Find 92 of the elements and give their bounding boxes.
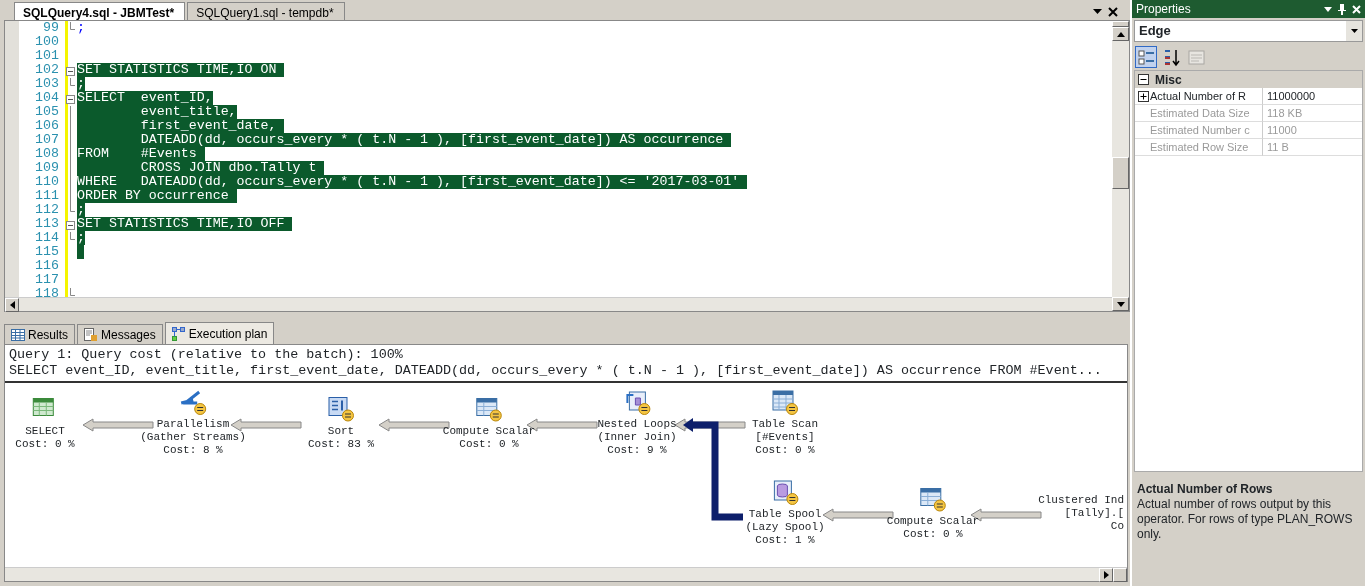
plan-operator[interactable]: Compute Scalar Cost: 0 % (442, 395, 536, 451)
line-number: 116 (34, 259, 60, 273)
grid-icon (11, 327, 25, 342)
line-number: 103 (34, 77, 60, 91)
operator-cost: Cost: 0 % (902, 527, 964, 541)
category-label: Misc (1155, 71, 1182, 89)
line-number: 102 (34, 63, 60, 77)
operator-label: (Gather Streams) (140, 431, 246, 444)
line-number: 104 (34, 91, 60, 105)
operator-label: SELECT (24, 424, 66, 438)
editor-tab[interactable]: SQLQuery4.sql - JBMTest* (14, 2, 186, 20)
line-number: 111 (34, 189, 60, 203)
scroll-left-icon[interactable] (9, 301, 15, 309)
scroll-down-icon[interactable] (1116, 301, 1125, 307)
operator-label: (Lazy Spool) (745, 521, 825, 534)
scroll-right-icon[interactable] (1103, 571, 1109, 579)
pin-icon[interactable] (1338, 3, 1346, 15)
operator-cost: Cost: 9 % (606, 444, 668, 457)
property-value: 11000 (1263, 121, 1362, 140)
operator-label: [Tally].[ (1063, 506, 1124, 520)
plan-operator[interactable]: Parallelism (Gather Streams) Cost: 8 % (140, 389, 246, 457)
plan-operator[interactable]: Clustered Ind [Tally].[ Co (1038, 493, 1124, 533)
operator-cost: Cost: 0 % (15, 437, 75, 451)
line-number: 108 (34, 147, 60, 161)
operator-cost: Cost: 1 % (754, 534, 816, 547)
dropdown-icon[interactable] (1093, 8, 1102, 14)
plan-operator[interactable]: Table Spool (Lazy Spool) Cost: 1 % (745, 479, 825, 547)
query-text: Query 1: Query cost (relative to the batch): 100% (9, 347, 404, 363)
operator-label: Clustered Ind (1038, 493, 1124, 507)
scroll-up-icon[interactable] (1116, 31, 1125, 37)
categorized-icon[interactable] (1135, 46, 1157, 68)
operator-label: Parallelism (155, 418, 231, 431)
operator-label: (Inner Join) (597, 431, 677, 444)
expand-icon[interactable] (1138, 90, 1149, 102)
operator-label: Table Scan (752, 418, 818, 431)
operator-label: Nested Loops (597, 418, 677, 431)
document-icon (84, 327, 98, 342)
line-number: 118 (34, 287, 60, 297)
line-number: 99 (42, 21, 60, 35)
operator-label: Table Spool (747, 508, 823, 521)
line-number: 106 (34, 119, 60, 133)
object-dropdown[interactable]: Edge (1134, 20, 1363, 42)
close-icon[interactable] (1108, 7, 1118, 17)
plan-operator[interactable]: Sort Cost: 83 % (308, 395, 374, 451)
operator-cost: Cost: 0 % (754, 444, 816, 457)
plan-operator[interactable]: SELECT Cost: 0 % (15, 395, 75, 451)
property-name[interactable]: Actual Number of R (1135, 87, 1263, 106)
operator-label: Sort (326, 424, 356, 438)
line-number: 101 (34, 49, 60, 63)
object-name: Edge (1138, 22, 1172, 41)
zoom-button[interactable] (1113, 568, 1127, 582)
operator-label: Compute Scalar (442, 424, 536, 438)
line-number: 105 (34, 105, 60, 119)
panel-title: Properties (1136, 1, 1192, 18)
plan-icon (171, 326, 186, 341)
line-number: 117 (34, 273, 60, 287)
horizontal-scrollbar[interactable] (5, 567, 1127, 581)
line-number: 100 (34, 35, 60, 49)
operator-label: [#Events] (754, 431, 816, 444)
description-text: Actual number of rows output by this operator. For rows of type PLAN_ROWS only. (1137, 497, 1354, 542)
line-number: 107 (34, 133, 60, 147)
plan-operator[interactable]: Table Scan [#Events] Cost: 0 % (752, 389, 818, 457)
dropdown-icon[interactable] (1324, 6, 1332, 12)
code-line: ; (77, 21, 85, 35)
collapse-icon[interactable] (1138, 74, 1149, 85)
result-tab[interactable]: Results (4, 324, 75, 344)
editor-tab[interactable]: SQLQuery1.sql - tempdb* (187, 2, 345, 20)
query-text: SELECT event_ID, event_title, first_event_date, DATEADD(dd, occurs_every * ( t.N - 1 ), [first_event_date]) AS occurrence FROM #Event... (9, 363, 1103, 379)
line-number: 113 (34, 217, 60, 231)
description-title: Actual Number of Rows (1137, 482, 1274, 497)
vertical-scrollbar[interactable] (1112, 21, 1129, 311)
result-tab[interactable]: Messages (77, 324, 163, 344)
line-number: 112 (34, 203, 60, 217)
property-value: 11000000 (1263, 87, 1362, 106)
operator-cost: Cost: 8 % (162, 444, 224, 457)
caret-icon[interactable] (1350, 29, 1358, 33)
plan-operator[interactable]: Nested Loops (Inner Join) Cost: 9 % (597, 389, 677, 457)
property-value: 11 B (1263, 138, 1362, 157)
operator-cost: Cost: 83 % (308, 437, 374, 451)
result-tab[interactable]: Execution plan (164, 322, 275, 344)
scroll-thumb[interactable] (1112, 157, 1129, 189)
line-number: 110 (34, 175, 60, 189)
plan-operator[interactable]: Compute Scalar Cost: 0 % (886, 485, 980, 541)
line-number: 109 (34, 161, 60, 175)
operator-label: Compute Scalar (886, 514, 980, 528)
horizontal-scrollbar[interactable] (5, 297, 1112, 311)
splitter-handle[interactable] (1112, 21, 1129, 27)
line-number: 115 (34, 245, 60, 259)
line-number: 114 (34, 231, 60, 245)
operator-cost: Cost: 0 % (458, 437, 520, 451)
operator-cost: Co (1109, 519, 1124, 533)
property-value: 118 KB (1263, 104, 1362, 123)
